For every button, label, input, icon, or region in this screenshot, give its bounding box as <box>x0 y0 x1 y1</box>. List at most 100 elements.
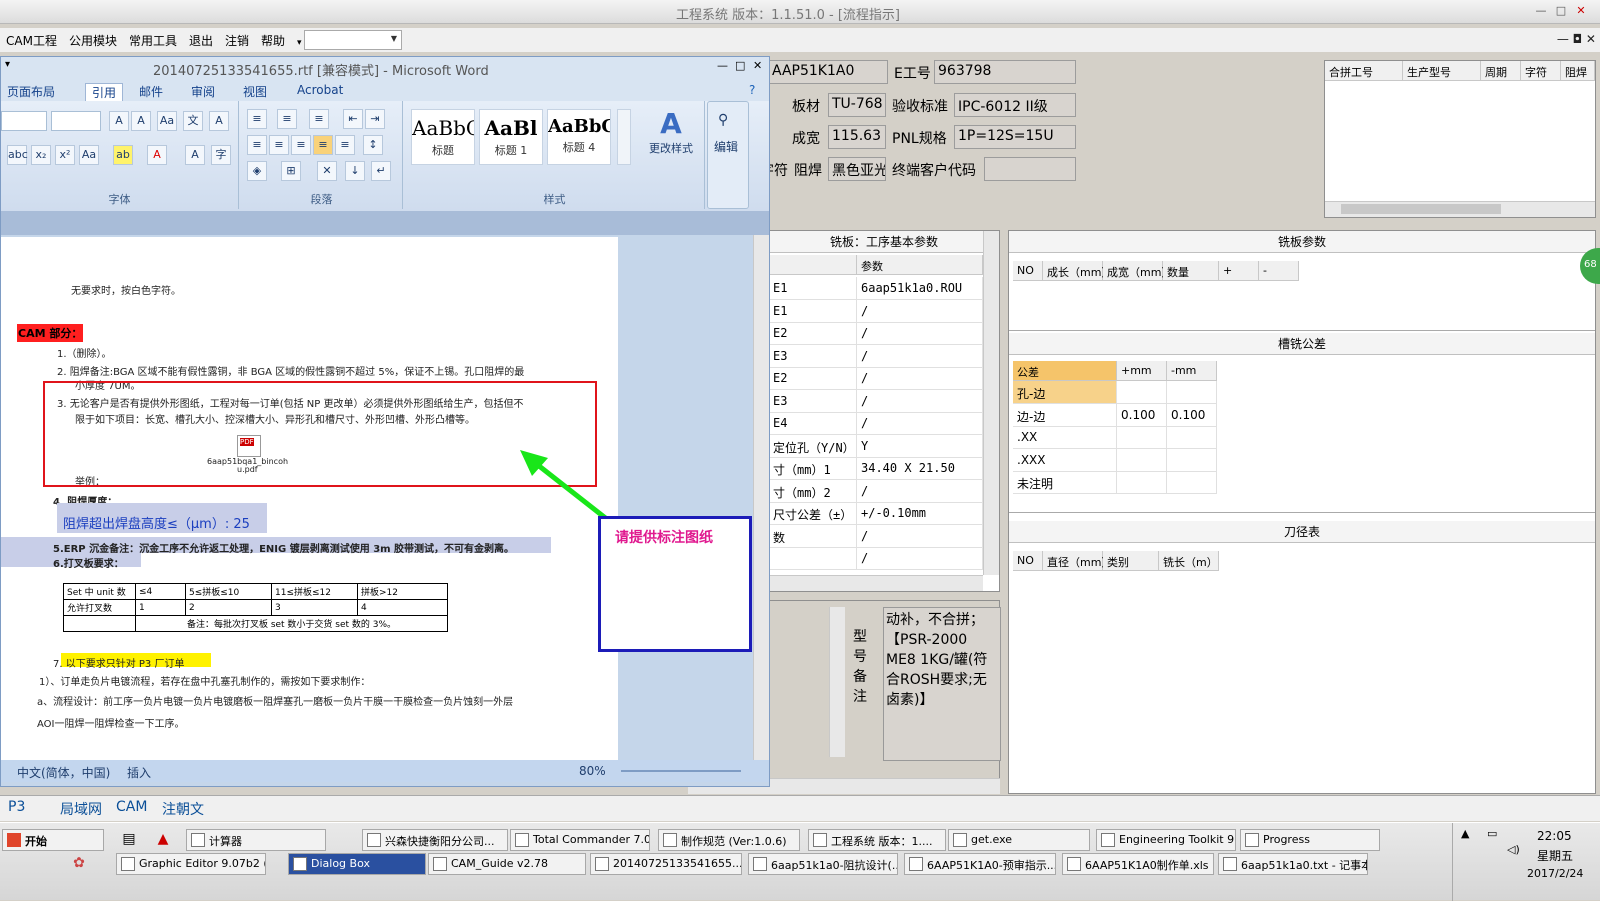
style-heading-1[interactable]: AaBl 标题 1 <box>479 109 543 165</box>
taskbar-button[interactable]: get.exe <box>948 829 1090 851</box>
word-minimize-button[interactable]: — <box>717 59 728 72</box>
enclose-char-icon[interactable]: 字 <box>211 145 231 165</box>
merge-hscroll[interactable] <box>1325 201 1595 217</box>
mill-hscroll[interactable] <box>769 575 983 591</box>
mill-row-value[interactable]: / <box>857 344 983 368</box>
align-right-icon[interactable]: ≡ <box>291 135 311 155</box>
slot-cell[interactable] <box>1167 381 1217 404</box>
remark-vscroll[interactable] <box>829 607 845 757</box>
superscript-icon[interactable]: x² <box>55 145 75 165</box>
slot-cell[interactable] <box>1167 471 1217 494</box>
increase-indent-icon[interactable]: ⇥ <box>365 109 385 129</box>
align-center-icon[interactable]: ≡ <box>269 135 289 155</box>
slot-cell[interactable]: 边-边 <box>1013 403 1117 427</box>
remark-text[interactable]: 动补，不合拼；【PSR-2000 ME8 1KG/罐(符合ROSH要求;无卤素)… <box>883 607 1001 761</box>
slot-cell[interactable]: 0.100 <box>1117 403 1167 427</box>
phonetic-icon[interactable]: 文 <box>183 111 203 131</box>
menu-logout[interactable]: 注销 <box>219 28 255 49</box>
borders-icon[interactable]: ⊞ <box>281 161 301 181</box>
status-insert[interactable]: 插入 <box>127 764 151 781</box>
change-case-icon[interactable]: Aa <box>79 145 99 165</box>
menu-public-modules[interactable]: 公用模块 <box>63 28 123 49</box>
volume-icon[interactable]: ◁) <box>1507 843 1520 856</box>
slot-cell[interactable] <box>1167 448 1217 472</box>
quicklaunch-icon[interactable]: ✿ <box>70 855 88 873</box>
mill-row-value[interactable]: / <box>857 412 983 435</box>
slot-cell[interactable] <box>1167 426 1217 449</box>
slot-cell[interactable]: 孔-边 <box>1013 381 1117 404</box>
mill-row-value[interactable]: 34.40 X 21.50 <box>857 457 983 480</box>
mill-row-value[interactable]: / <box>857 547 983 570</box>
taskbar-button[interactable]: 20140725133541655... <box>590 853 742 875</box>
tab-page-layout[interactable]: 页面布局 <box>7 83 55 100</box>
maximize-button[interactable]: □ <box>1553 3 1569 19</box>
quicklaunch-icon[interactable]: ▤ <box>120 831 138 849</box>
tab-references[interactable]: 引用 <box>85 83 124 102</box>
minimize-button[interactable]: — <box>1533 3 1549 19</box>
menu-tools[interactable]: 常用工具 <box>123 28 183 49</box>
word-close-button[interactable]: ✕ <box>753 59 762 72</box>
tab-lan[interactable]: 局域网 <box>60 799 102 819</box>
slot-cell[interactable]: 0.100 <box>1167 403 1217 427</box>
close-button[interactable]: ✕ <box>1573 3 1589 19</box>
mill-row-value[interactable]: Y <box>857 434 983 458</box>
decrease-indent-icon[interactable]: ⇤ <box>343 109 363 129</box>
tab-mailings[interactable]: 邮件 <box>139 83 163 100</box>
tab-review[interactable]: 审阅 <box>191 83 215 100</box>
taskbar-button[interactable]: 6AAP51K1A0-预审指示.... <box>904 853 1056 875</box>
mdi-window-buttons[interactable]: — ◘ ✕ <box>1557 32 1596 46</box>
mill-row-value[interactable]: 6aap51k1a0.ROU <box>857 277 983 300</box>
tab-acrobat[interactable]: Acrobat <box>297 83 343 97</box>
numbering-icon[interactable]: ≡ <box>277 109 297 129</box>
clear-format-icon[interactable]: Aa <box>157 111 177 131</box>
char-border-icon[interactable]: A <box>209 111 229 131</box>
align-left-icon[interactable]: ≡ <box>247 135 267 155</box>
taskbar-button[interactable]: Progress <box>1240 829 1380 851</box>
line-spacing-icon[interactable]: ↕ <box>363 135 383 155</box>
menu-cam[interactable]: CAM工程 <box>0 28 63 49</box>
taskbar-button[interactable]: CAM_Guide v2.78 <box>428 853 586 875</box>
shading-icon[interactable]: ◈ <box>247 161 267 181</box>
grow-font-icon[interactable]: A <box>109 111 129 131</box>
tray-expand-icon[interactable]: ▲ <box>1461 827 1469 840</box>
menu-help[interactable]: 帮助 <box>255 28 291 49</box>
scroll-thumb[interactable] <box>1341 204 1501 214</box>
taskbar-button[interactable]: 计算器 <box>186 829 326 851</box>
tab-cam[interactable]: CAM <box>116 799 147 815</box>
taskbar-button[interactable]: 制作规范 (Ver:1.0.6) <box>658 829 800 851</box>
subscript-icon[interactable]: x₂ <box>31 145 51 165</box>
style-heading[interactable]: AaBbC 标题 <box>411 109 475 165</box>
taskbar-button[interactable]: 兴森快捷衡阳分公司... <box>362 829 508 851</box>
tab-view[interactable]: 视图 <box>243 83 267 100</box>
highlight-icon[interactable]: ab <box>113 145 133 165</box>
clock-time[interactable]: 22:05 <box>1537 829 1572 843</box>
distribute-icon[interactable]: ≡ <box>335 135 355 155</box>
status-language[interactable]: 中文(简体，中国) <box>17 764 110 781</box>
slot-cell[interactable] <box>1117 426 1167 449</box>
styles-scroll[interactable] <box>617 109 631 165</box>
font-size-combo[interactable] <box>51 111 101 131</box>
acrobat-icon[interactable]: ▲ <box>154 831 172 849</box>
mill-row-value[interactable]: +/-0.10mm <box>857 502 983 525</box>
mill-row-value[interactable]: / <box>857 389 983 413</box>
editing-group[interactable]: ⚲ 编辑 <box>707 101 749 209</box>
slot-cell[interactable]: .XX <box>1013 426 1117 449</box>
char-shading-icon[interactable]: A <box>185 145 205 165</box>
font-color-icon[interactable]: A <box>147 145 167 165</box>
zoom-level[interactable]: 80% <box>579 764 606 778</box>
taskbar-button[interactable]: 6aap51k1a0.txt - 记事本 <box>1218 853 1368 875</box>
bullets-icon[interactable]: ≡ <box>247 109 267 129</box>
taskbar-button[interactable]: 6aap51k1a0-阻抗设计(... <box>748 853 898 875</box>
multilevel-list-icon[interactable]: ≡ <box>309 109 329 129</box>
chinese-layout-icon[interactable]: ✕ <box>317 161 337 181</box>
taskbar-button[interactable]: Engineering Toolkit 9.... <box>1096 829 1236 851</box>
taskbar-button[interactable]: 6AAP51K1A0制作单.xls ... <box>1062 853 1214 875</box>
slot-cell[interactable] <box>1117 448 1167 472</box>
justify-icon[interactable]: ≡ <box>313 135 333 155</box>
word-maximize-button[interactable]: □ <box>735 59 745 72</box>
slot-cell[interactable]: .XXX <box>1013 448 1117 472</box>
mill-row-value[interactable]: / <box>857 479 983 503</box>
taskbar-button[interactable]: Dialog Box <box>288 853 426 875</box>
client-value[interactable] <box>984 157 1076 181</box>
menu-exit[interactable]: 退出 <box>183 28 219 49</box>
